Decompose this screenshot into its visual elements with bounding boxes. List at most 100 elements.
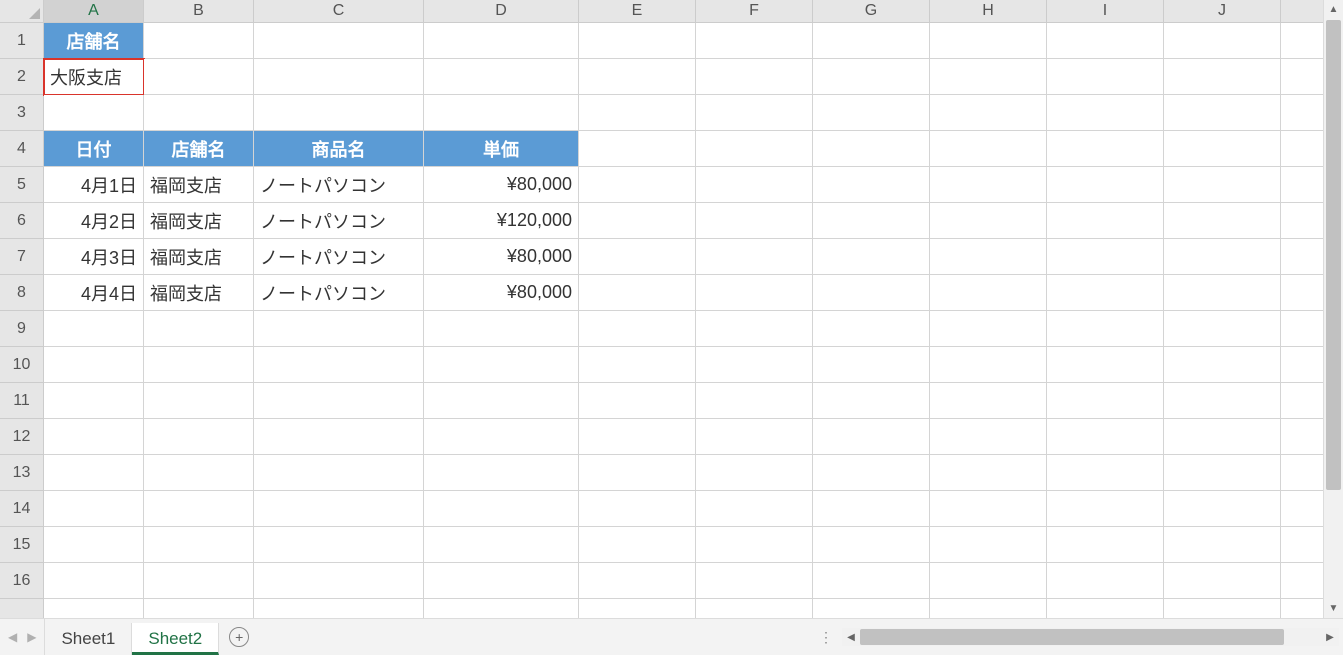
cell-G14[interactable] [813,491,930,527]
cell-D6[interactable]: ¥120,000 [424,203,579,239]
cell-E1[interactable] [579,23,696,59]
cell-B15[interactable] [144,527,254,563]
cell-J14[interactable] [1164,491,1281,527]
row-header-1[interactable]: 1 [0,23,44,59]
cell-J17[interactable] [1164,599,1281,618]
cell-B4[interactable]: 店舗名 [144,131,254,167]
cell-D17[interactable] [424,599,579,618]
cell-B11[interactable] [144,383,254,419]
cell-A5[interactable]: 4月1日 [44,167,144,203]
cell-A15[interactable] [44,527,144,563]
column-header-D[interactable]: D [424,0,579,23]
cell-C13[interactable] [254,455,424,491]
cell-J1[interactable] [1164,23,1281,59]
cell-H14[interactable] [930,491,1047,527]
cell-D3[interactable] [424,95,579,131]
cell-D15[interactable] [424,527,579,563]
cell-A8[interactable]: 4月4日 [44,275,144,311]
row-header-12[interactable]: 12 [0,419,44,455]
cell-E17[interactable] [579,599,696,618]
cell-J16[interactable] [1164,563,1281,599]
cell-I3[interactable] [1047,95,1164,131]
column-header-B[interactable]: B [144,0,254,23]
cell-I10[interactable] [1047,347,1164,383]
cell-H3[interactable] [930,95,1047,131]
cell-A7[interactable]: 4月3日 [44,239,144,275]
cell-F7[interactable] [696,239,813,275]
cell-D1[interactable] [424,23,579,59]
cell-A9[interactable] [44,311,144,347]
cell-I15[interactable] [1047,527,1164,563]
cell-C4[interactable]: 商品名 [254,131,424,167]
cell-G2[interactable] [813,59,930,95]
cell-I12[interactable] [1047,419,1164,455]
cell-E10[interactable] [579,347,696,383]
cell-I7[interactable] [1047,239,1164,275]
cell-I17[interactable] [1047,599,1164,618]
row-header-13[interactable]: 13 [0,455,44,491]
column-header-E[interactable]: E [579,0,696,23]
cell-C5[interactable]: ノートパソコン [254,167,424,203]
row-header-5[interactable]: 5 [0,167,44,203]
scroll-up-icon[interactable]: ▲ [1324,0,1343,19]
row-header-4[interactable]: 4 [0,131,44,167]
cell-J15[interactable] [1164,527,1281,563]
cell-B14[interactable] [144,491,254,527]
cell-H2[interactable] [930,59,1047,95]
cell-G7[interactable] [813,239,930,275]
cell-A16[interactable] [44,563,144,599]
cell-G11[interactable] [813,383,930,419]
cell-D4[interactable]: 単価 [424,131,579,167]
cell-G3[interactable] [813,95,930,131]
cell-E7[interactable] [579,239,696,275]
cell-G10[interactable] [813,347,930,383]
cell-J11[interactable] [1164,383,1281,419]
cell-C15[interactable] [254,527,424,563]
row-header-15[interactable]: 15 [0,527,44,563]
cell-F11[interactable] [696,383,813,419]
cell-H7[interactable] [930,239,1047,275]
cell-A14[interactable] [44,491,144,527]
row-header-9[interactable]: 9 [0,311,44,347]
column-header-C[interactable]: C [254,0,424,23]
row-header-6[interactable]: 6 [0,203,44,239]
cell-E6[interactable] [579,203,696,239]
cell-C1[interactable] [254,23,424,59]
cell-B16[interactable] [144,563,254,599]
scroll-down-icon[interactable]: ▼ [1324,599,1343,618]
cell-B10[interactable] [144,347,254,383]
column-header-F[interactable]: F [696,0,813,23]
cell-B9[interactable] [144,311,254,347]
cell-H17[interactable] [930,599,1047,618]
cell-E12[interactable] [579,419,696,455]
cell-E5[interactable] [579,167,696,203]
select-all-corner[interactable] [0,0,44,23]
cell-I9[interactable] [1047,311,1164,347]
cell-F12[interactable] [696,419,813,455]
cell-B13[interactable] [144,455,254,491]
cell-I4[interactable] [1047,131,1164,167]
cell-C14[interactable] [254,491,424,527]
cell-E9[interactable] [579,311,696,347]
cell-E4[interactable] [579,131,696,167]
cell-I11[interactable] [1047,383,1164,419]
cell-B1[interactable] [144,23,254,59]
cell-A6[interactable]: 4月2日 [44,203,144,239]
cell-G16[interactable] [813,563,930,599]
cell-C16[interactable] [254,563,424,599]
cell-A10[interactable] [44,347,144,383]
row-header-3[interactable]: 3 [0,95,44,131]
cell-C7[interactable]: ノートパソコン [254,239,424,275]
cell-H12[interactable] [930,419,1047,455]
cell-A4[interactable]: 日付 [44,131,144,167]
cell-I2[interactable] [1047,59,1164,95]
vertical-scroll-thumb[interactable] [1326,20,1341,490]
cell-I8[interactable] [1047,275,1164,311]
cell-A3[interactable] [44,95,144,131]
cell-F10[interactable] [696,347,813,383]
cell-F17[interactable] [696,599,813,618]
cell-G9[interactable] [813,311,930,347]
cell-A13[interactable] [44,455,144,491]
cell-A17[interactable] [44,599,144,618]
cell-F13[interactable] [696,455,813,491]
